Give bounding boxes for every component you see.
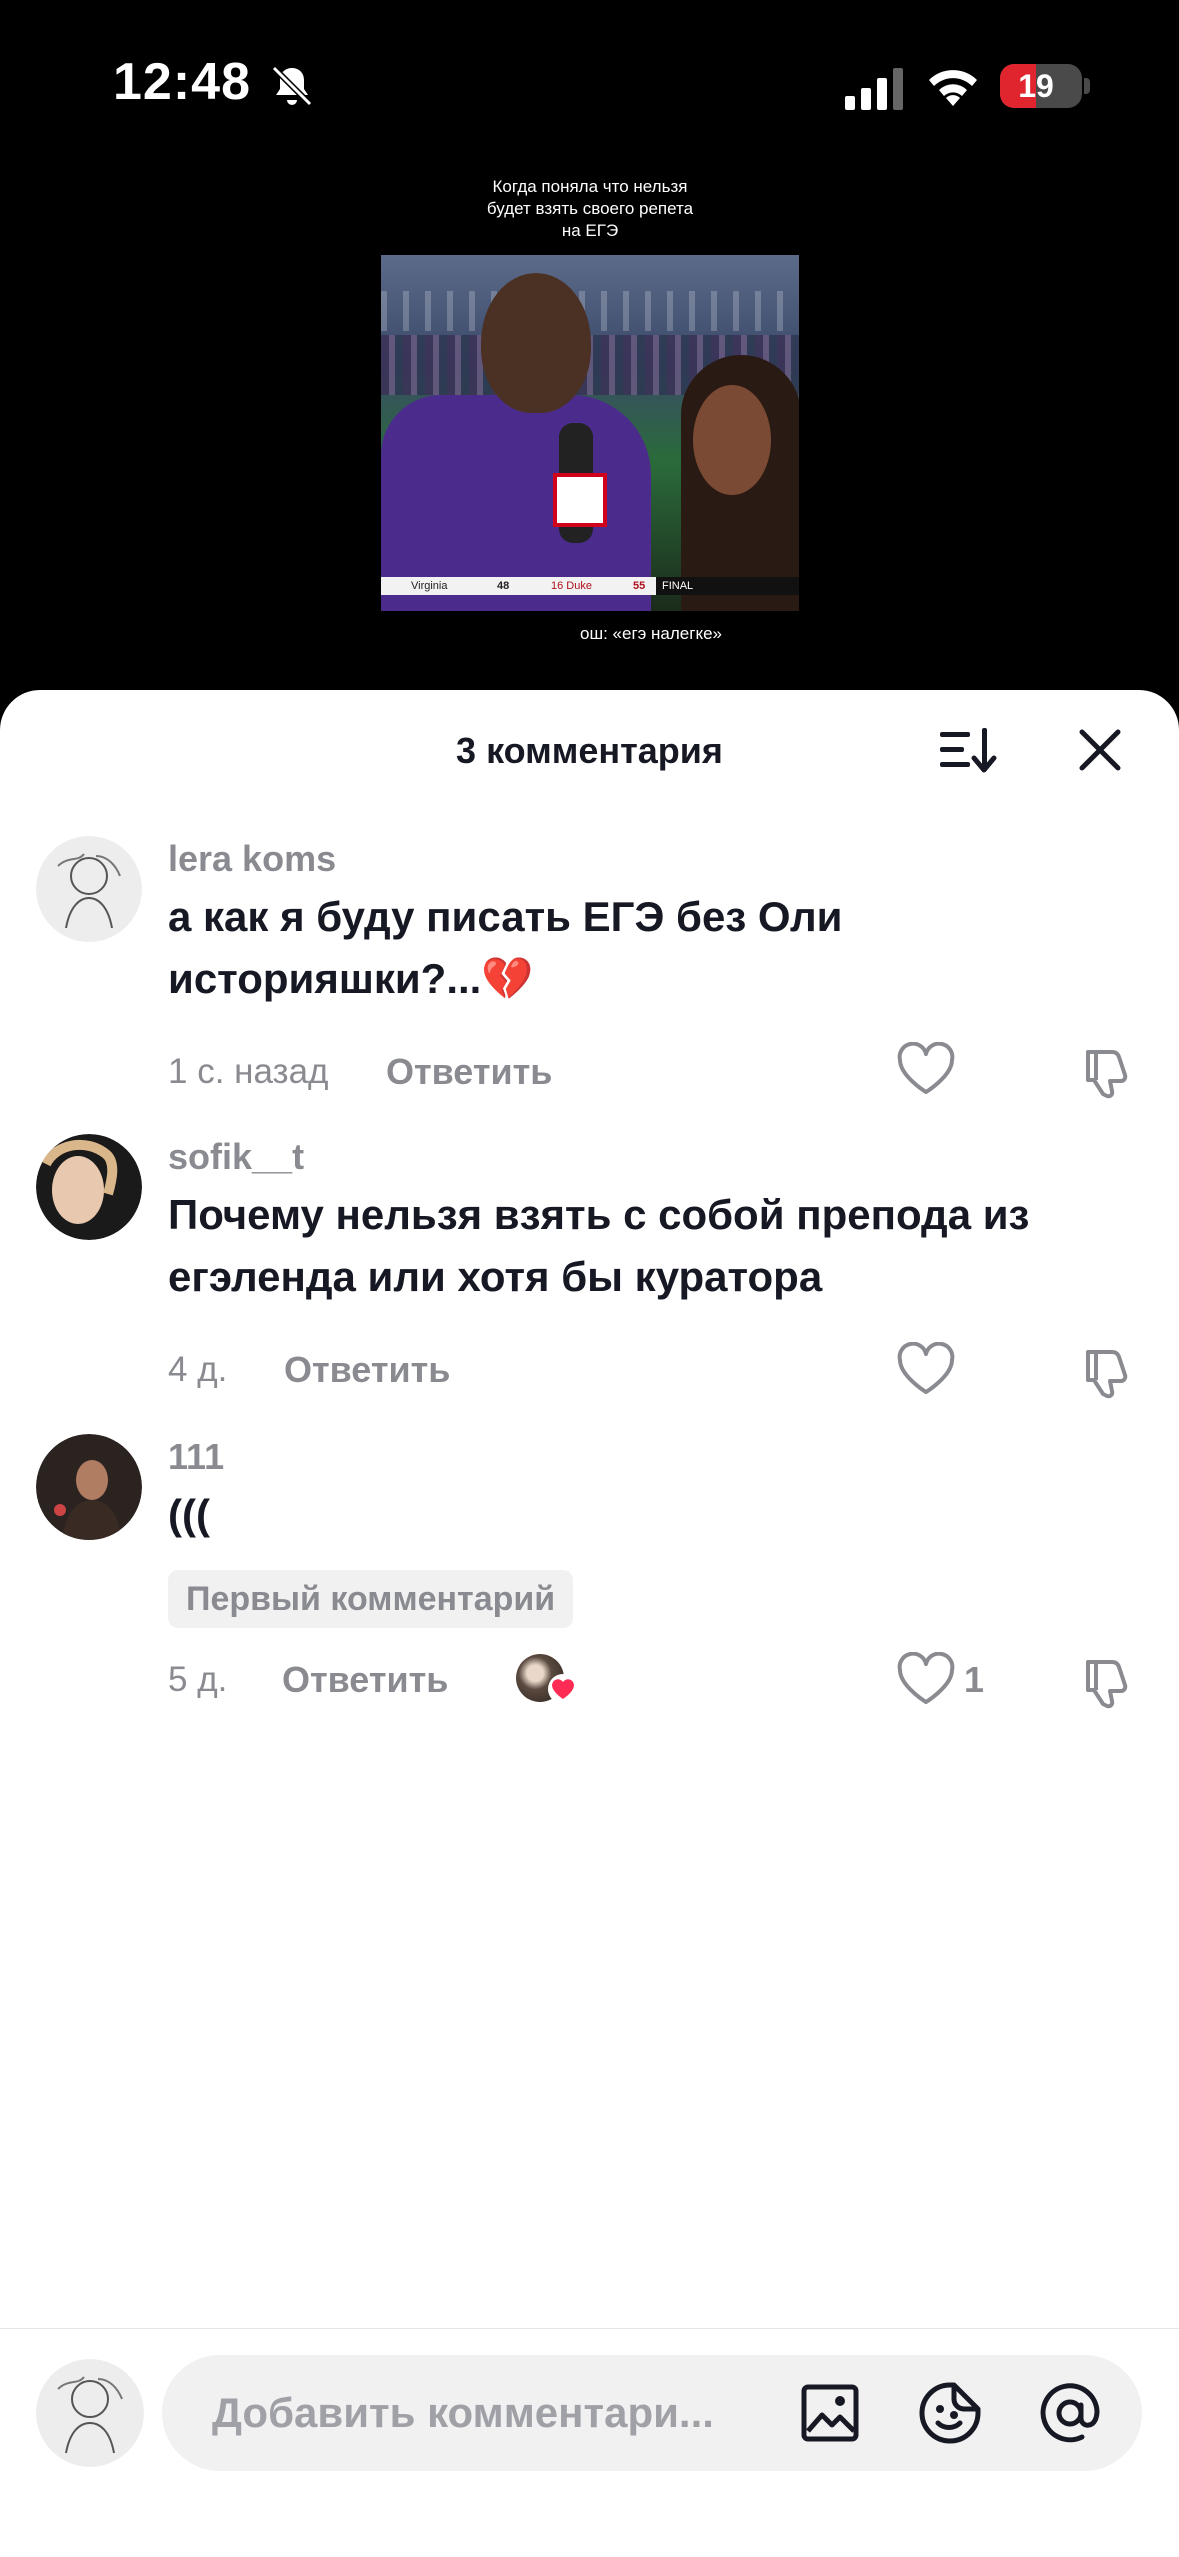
- comment-input-bar: [0, 2328, 1179, 2557]
- comment-text: (((: [168, 1484, 1128, 1546]
- caption-line: на ЕГЭ: [561, 221, 619, 240]
- scoreboard: Virginia 48 16 Duke 55 FINAL: [381, 577, 799, 595]
- cellular-signal-icon: [845, 68, 903, 110]
- caption-line: будет взять своего репета: [486, 199, 694, 218]
- heart-icon: [548, 1674, 578, 1704]
- comment-text-line: (((: [168, 1491, 210, 1538]
- sort-icon[interactable]: [938, 724, 998, 776]
- player-head: [481, 273, 591, 413]
- avatar[interactable]: [36, 1434, 142, 1540]
- comment-username[interactable]: 111: [168, 1436, 224, 1478]
- avatar[interactable]: [36, 1134, 142, 1240]
- video-player[interactable]: Virginia 48 16 Duke 55 FINAL: [381, 255, 799, 611]
- comment-time: 1 с. назад: [168, 1052, 329, 1091]
- reply-button[interactable]: Ответить: [282, 1659, 448, 1701]
- score-value1: 48: [497, 580, 510, 592]
- video-caption: Когда поняла что нельзя будет взять свое…: [440, 176, 740, 242]
- comment-text: а как я буду писать ЕГЭ без Оли историяш…: [168, 886, 1128, 1010]
- mention-icon[interactable]: [1038, 2381, 1102, 2445]
- stadium-background: [381, 291, 799, 331]
- heart-icon[interactable]: [896, 1652, 956, 1708]
- score-team2: 16 Duke: [551, 580, 592, 592]
- comment-time: 5 д.: [168, 1660, 228, 1699]
- comment-time: 4 д.: [168, 1350, 228, 1389]
- wifi-icon: [929, 70, 977, 106]
- video-subtitle: ош: «егэ налегке»: [580, 624, 723, 643]
- reporter-face: [693, 385, 771, 495]
- comment-input-container[interactable]: [162, 2355, 1142, 2471]
- comment-text-line: а как я буду писать ЕГЭ без Оли: [168, 893, 843, 940]
- microphone-flag: [553, 473, 607, 527]
- thumbs-down-icon[interactable]: [1078, 1044, 1134, 1100]
- status-bar: 12:48 19: [0, 0, 1179, 170]
- bell-muted-icon: [271, 65, 313, 107]
- score-value2: 55: [633, 580, 646, 592]
- battery-tip: [1084, 78, 1090, 94]
- sticker-icon[interactable]: [918, 2381, 982, 2445]
- comment-username[interactable]: sofik__t: [168, 1136, 304, 1178]
- comment-text-line: Почему нельзя взять с собой препода из: [168, 1191, 1030, 1238]
- like-count: 1: [964, 1659, 985, 1700]
- comments-count-title: 3 комментария: [456, 730, 723, 771]
- reply-button[interactable]: Ответить: [386, 1051, 552, 1093]
- comment-input[interactable]: [212, 2355, 812, 2471]
- score-status: FINAL: [656, 577, 799, 595]
- first-comment-badge: Первый комментарий: [168, 1570, 574, 1628]
- avatar: [36, 2359, 144, 2467]
- comments-sheet: 3 комментария lera koms а как я буду пис…: [0, 690, 1179, 2556]
- status-time: 12:48: [113, 53, 251, 111]
- close-icon[interactable]: [1078, 728, 1122, 772]
- comment-text: Почему нельзя взять с собой препода из е…: [168, 1184, 1128, 1308]
- heart-icon[interactable]: [896, 1042, 956, 1098]
- battery-icon: 19: [1000, 64, 1082, 108]
- heart-icon[interactable]: [896, 1342, 956, 1398]
- comment-username[interactable]: lera koms: [168, 838, 336, 880]
- comment-text-line: егэленда или хотя бы куратора: [168, 1253, 823, 1300]
- score-team1: Virginia: [411, 580, 448, 592]
- reply-button[interactable]: Ответить: [284, 1349, 450, 1391]
- thumbs-down-icon[interactable]: [1078, 1654, 1134, 1710]
- caption-line: Когда поняла что нельзя: [492, 177, 688, 196]
- battery-level: 19: [1018, 68, 1054, 104]
- thumbs-down-icon[interactable]: [1078, 1344, 1134, 1400]
- image-icon[interactable]: [800, 2383, 860, 2443]
- avatar[interactable]: [36, 836, 142, 942]
- comment-text-line: историяшки?...💔: [168, 955, 534, 1002]
